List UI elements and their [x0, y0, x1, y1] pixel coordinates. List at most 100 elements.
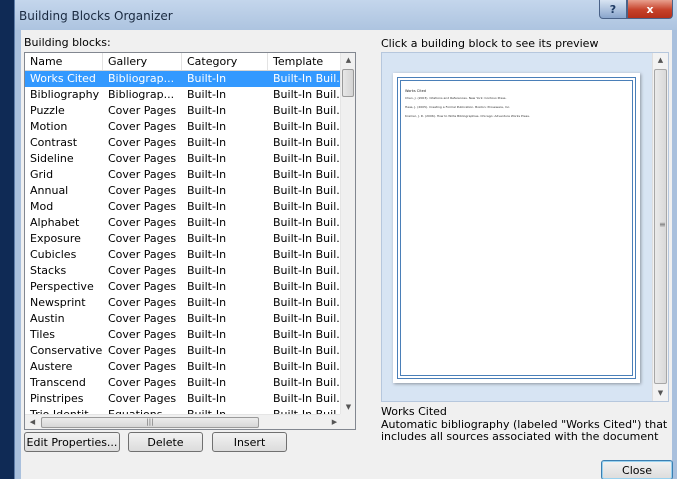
list-row[interactable]: Puzzle Cover Pages Built-In Built-In Buil..… — [25, 103, 342, 119]
gallery-cell: Cover Pages — [108, 168, 177, 181]
category-cell: Built-In — [187, 328, 227, 341]
scroll-down-arrow-icon[interactable]: ▼ — [341, 400, 355, 415]
preview-scroll-thumb[interactable]: ≡ — [654, 69, 667, 384]
list-row[interactable]: Austere Cover Pages Built-In Built-In Buil.… — [25, 359, 342, 375]
edit-properties-button[interactable]: Edit Properties... — [24, 432, 120, 452]
page-border-inner — [400, 80, 633, 376]
category-cell: Built-In — [187, 168, 227, 181]
list-rows: Works Cited Bibliograp... Built-In Built-In… — [25, 71, 342, 415]
close-button[interactable]: Close — [601, 460, 673, 479]
template-cell: Built-In Buil... — [273, 72, 342, 85]
preview-scroll-up-arrow-icon[interactable]: ▲ — [653, 53, 668, 68]
list-row[interactable]: Bibliography Bibliograp... Built-In Built-I… — [25, 87, 342, 103]
gallery-cell: Cover Pages — [108, 232, 177, 245]
column-header-gallery[interactable]: Gallery — [103, 53, 182, 70]
scroll-left-arrow-icon[interactable]: ◀ — [25, 415, 40, 429]
template-cell: Built-In Buil... — [273, 184, 342, 197]
scroll-up-arrow-icon[interactable]: ▲ — [341, 53, 355, 68]
gallery-cell: Cover Pages — [108, 376, 177, 389]
template-cell: Built-In Buil... — [273, 296, 342, 309]
template-cell: Built-In Buil... — [273, 200, 342, 213]
template-cell: Built-In Buil... — [273, 328, 342, 341]
help-button[interactable]: ? — [599, 0, 627, 19]
list-row[interactable]: Pinstripes Cover Pages Built-In Built-In Bu… — [25, 391, 342, 407]
list-row[interactable]: Alphabet Cover Pages Built-In Built-In Buil… — [25, 215, 342, 231]
building-blocks-organizer-dialog: Building Blocks Organizer ? x Building b… — [14, 0, 677, 479]
category-cell: Built-In — [187, 200, 227, 213]
template-cell: Built-In Buil... — [273, 136, 342, 149]
name-cell: Austere — [30, 360, 73, 373]
list-row[interactable]: Tiles Cover Pages Built-In Built-In Buil... — [25, 327, 342, 343]
template-cell: Built-In Buil... — [273, 120, 342, 133]
name-cell: Cubicles — [30, 248, 77, 261]
delete-button[interactable]: Delete — [128, 432, 203, 452]
list-row[interactable]: Works Cited Bibliograp... Built-In Built-In… — [25, 71, 342, 87]
list-row[interactable]: Mod Cover Pages Built-In Built-In Buil... — [25, 199, 342, 215]
category-cell: Built-In — [187, 136, 227, 149]
column-header-name[interactable]: Name — [25, 53, 103, 70]
list-horizontal-scrollbar[interactable]: ◀ ||| ▶ — [25, 414, 342, 429]
building-blocks-list[interactable]: Name Gallery Category Template Works Cit… — [24, 52, 356, 430]
category-cell: Built-In — [187, 248, 227, 261]
template-cell: Built-In Buil... — [273, 248, 342, 261]
list-row[interactable]: Contrast Cover Pages Built-In Built-In Buil… — [25, 135, 342, 151]
list-header: Name Gallery Category Template — [25, 53, 342, 71]
name-cell: Mod — [30, 200, 54, 213]
template-cell: Built-In Buil... — [273, 392, 342, 405]
name-cell: Bibliography — [30, 88, 100, 101]
name-cell: Works Cited — [30, 72, 96, 85]
list-row[interactable]: Sideline Cover Pages Built-In Built-In Buil… — [25, 151, 342, 167]
list-row[interactable]: Newsprint Cover Pages Built-In Built-In Bui… — [25, 295, 342, 311]
template-cell: Built-In Buil... — [273, 88, 342, 101]
list-row[interactable]: Transcend Cover Pages Built-In Built-In Bui… — [25, 375, 342, 391]
list-row[interactable]: Grid Cover Pages Built-In Built-In Buil... — [25, 167, 342, 183]
category-cell: Built-In — [187, 152, 227, 165]
gallery-cell: Cover Pages — [108, 136, 177, 149]
close-window-button[interactable]: x — [627, 0, 673, 19]
list-row[interactable]: Conservative Cover Pages Built-In Built-In … — [25, 343, 342, 359]
category-cell: Built-In — [187, 264, 227, 277]
list-hscroll-thumb[interactable]: ||| — [41, 417, 259, 428]
gallery-cell: Cover Pages — [108, 280, 177, 293]
category-cell: Built-In — [187, 72, 227, 85]
list-row[interactable]: Austin Cover Pages Built-In Built-In Buil..… — [25, 311, 342, 327]
preview-pane[interactable]: Works Cited Chen, J. (2003). Citations a… — [381, 52, 669, 402]
gallery-cell: Cover Pages — [108, 296, 177, 309]
column-header-template[interactable]: Template — [268, 53, 342, 70]
preview-doc-line: Haas, J. (2005). Creating a Formal Publi… — [405, 105, 511, 109]
gallery-cell: Bibliograp... — [108, 88, 175, 101]
column-header-category[interactable]: Category — [182, 53, 268, 70]
title-bar[interactable]: Building Blocks Organizer ? x — [15, 0, 677, 30]
category-cell: Built-In — [187, 376, 227, 389]
template-cell: Built-In Buil... — [273, 344, 342, 357]
list-vertical-scrollbar[interactable]: ▲ ▼ — [340, 53, 355, 415]
gallery-cell: Bibliograp... — [108, 72, 175, 85]
scrollbar-corner — [340, 414, 355, 429]
dialog-body: Building blocks: Name Gallery Category T… — [21, 30, 673, 479]
list-row[interactable]: Exposure Cover Pages Built-In Built-In Buil… — [25, 231, 342, 247]
preview-vertical-scrollbar[interactable]: ▲ ≡ ▼ — [652, 53, 668, 401]
preview-doc-title: Works Cited — [405, 89, 426, 93]
gallery-cell: Cover Pages — [108, 120, 177, 133]
name-cell: Alphabet — [30, 216, 80, 229]
list-scroll-thumb[interactable] — [342, 69, 354, 97]
category-cell: Built-In — [187, 392, 227, 405]
insert-button[interactable]: Insert — [212, 432, 287, 452]
name-cell: Puzzle — [30, 104, 65, 117]
name-cell: Perspective — [30, 280, 94, 293]
template-cell: Built-In Buil... — [273, 232, 342, 245]
category-cell: Built-In — [187, 184, 227, 197]
gallery-cell: Cover Pages — [108, 264, 177, 277]
window-title: Building Blocks Organizer — [19, 9, 173, 23]
preview-scroll-down-arrow-icon[interactable]: ▼ — [653, 386, 668, 401]
list-row[interactable]: Stacks Cover Pages Built-In Built-In Buil..… — [25, 263, 342, 279]
gallery-cell: Cover Pages — [108, 152, 177, 165]
list-row[interactable]: Annual Cover Pages Built-In Built-In Buil..… — [25, 183, 342, 199]
building-blocks-label: Building blocks: — [24, 36, 111, 49]
template-cell: Built-In Buil... — [273, 168, 342, 181]
gallery-cell: Cover Pages — [108, 200, 177, 213]
list-row[interactable]: Motion Cover Pages Built-In Built-In Buil..… — [25, 119, 342, 135]
category-cell: Built-In — [187, 232, 227, 245]
list-row[interactable]: Cubicles Cover Pages Built-In Built-In Buil… — [25, 247, 342, 263]
list-row[interactable]: Perspective Cover Pages Built-In Built-In B… — [25, 279, 342, 295]
